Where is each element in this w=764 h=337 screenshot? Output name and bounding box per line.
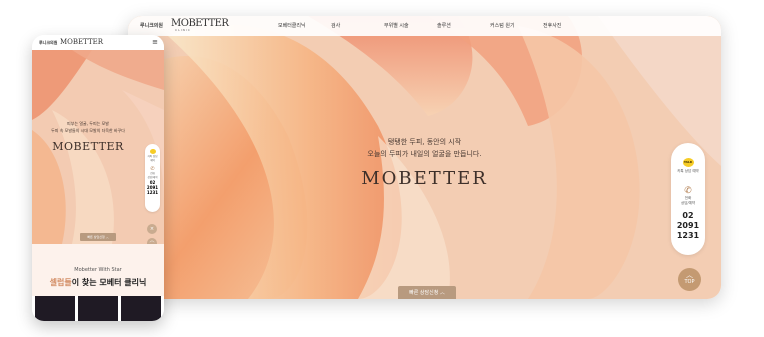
mobile-headline-accent: 셀럽들 (49, 278, 72, 287)
hero-line-1: 탱탱한 두피, 동안의 시작 (387, 138, 462, 146)
menu-item-solution[interactable]: 솔루션 (437, 22, 490, 29)
mobile-headline-rest: 이 찾는 모베터 클리닉 (71, 278, 147, 287)
mobile-hero-brand: MOBETTER (52, 140, 124, 153)
kakao-label-2: 예약 (692, 169, 699, 173)
top-button-label: TOP (684, 279, 695, 285)
hamburger-menu-icon[interactable]: ≡ (152, 39, 158, 46)
menu-item-clinic[interactable]: 모베터클리닉 (278, 22, 331, 29)
menu-item-before-after[interactable]: 전후사진 (543, 22, 596, 29)
mobile-thumbnail[interactable] (121, 296, 161, 321)
brand-logo-sub: CLINIC (175, 28, 191, 32)
chevron-up-icon: ︿ (686, 271, 693, 279)
mobile-clinic-name[interactable]: 루니크의원 (39, 40, 57, 46)
hero-line-2: 오늘의 두피가 내일의 얼굴을 만듭니다. (367, 150, 482, 158)
mobile-thumbnail-row (32, 296, 164, 321)
phone-number[interactable]: 02 2091 1231 (671, 211, 705, 241)
scroll-top-button[interactable]: ︿ TOP (678, 268, 701, 291)
hero-brand: MOBETTER (361, 168, 488, 189)
top-navigation: 루니크의원 MOBETTER CLINIC 모베터클리닉 검사 부위별 시술 솔… (128, 16, 721, 36)
mobile-contact-panel: 카톡 상담 예약 ✆ 전화 상담/예약 02 2091 1231 (145, 144, 160, 212)
mobile-header: 루니크의원 MOBETTER ≡ (32, 35, 164, 50)
mobile-hero-line-2: 두피 속 모발들의 시대 모발의 더욱한 바꾸다 (51, 128, 125, 133)
mobile-with-star: Mobetter With Star (74, 267, 122, 273)
mobile-kakao-label-2: 예약 (150, 159, 155, 162)
menu-item-custom[interactable]: 커스텀 원기 (490, 22, 543, 29)
mobile-thumbnail[interactable] (35, 296, 75, 321)
kakao-icon[interactable]: TALK (682, 158, 694, 167)
kakao-label-1: 카톡 상담 (677, 169, 692, 173)
desktop-mockup: 루니크의원 MOBETTER CLINIC 모베터클리닉 검사 부위별 시술 솔… (128, 16, 721, 299)
mobile-hero-line-1: 피부는 얼굴, 두피는 모발 (67, 121, 109, 126)
mobile-quick-consult-button[interactable]: 빠른 상담신청 ︿ (80, 233, 116, 241)
phone-number-3: 1231 (676, 231, 700, 240)
kakao-badge-text: TALK (683, 160, 693, 164)
mobile-mockup: 루니크의원 MOBETTER ≡ 피부는 얼굴, 두피는 모발 두피 속 모발들… (32, 35, 164, 321)
mobile-brand-logo[interactable]: MOBETTER (60, 38, 103, 46)
mobile-celeb-headline: 셀럽들이 찾는 모베터 클리닉 (32, 277, 164, 288)
phone-number-1: 02 (682, 211, 694, 220)
mobile-hero: 피부는 얼굴, 두피는 모발 두피 속 모발들의 시대 모발의 더욱한 바꾸다 … (32, 50, 164, 244)
contact-side-panel: TALK 카톡 상담 예약 ✆ 전화 상담/예약 02 2091 1231 (671, 143, 705, 255)
phone-number-2: 2091 (676, 221, 700, 230)
hero-text: 탱탱한 두피, 동안의 시작 오늘의 두피가 내일의 얼굴을 만듭니다. MOB… (128, 136, 721, 189)
menu-item-treatment[interactable]: 부위별 시술 (384, 22, 437, 29)
quick-consult-button[interactable]: 빠른 상담신청 ︿ (398, 286, 456, 299)
mobile-close-icon[interactable]: × (147, 224, 157, 234)
clinic-name[interactable]: 루니크의원 (140, 22, 163, 29)
mobile-phone-number-3[interactable]: 1231 (145, 190, 160, 195)
phone-label-2: 상담/예약 (680, 201, 696, 205)
mobile-hero-text: 피부는 얼굴, 두피는 모발 두피 속 모발들의 시대 모발의 더욱한 바꾸다 … (32, 120, 144, 153)
main-menu: 모베터클리닉 검사 부위별 시술 솔루션 커스텀 원기 전후사진 (278, 22, 596, 29)
mobile-kakao-icon[interactable] (149, 149, 156, 154)
menu-item-exam[interactable]: 검사 (331, 22, 384, 29)
phone-icon[interactable]: ✆ (671, 186, 705, 196)
mobile-thumbnail[interactable] (78, 296, 118, 321)
mobile-celeb-section: Mobetter With Star 셀럽들이 찾는 모베터 클리닉 (32, 244, 164, 299)
kakao-label[interactable]: 카톡 상담 예약 (671, 169, 705, 174)
